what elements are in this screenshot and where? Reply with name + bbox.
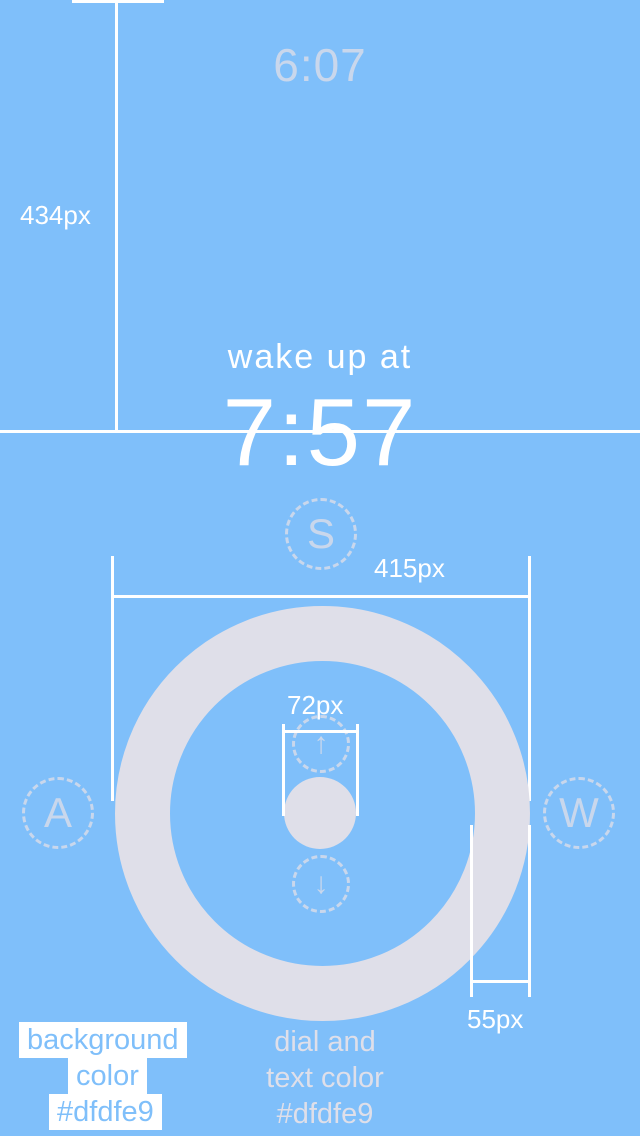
current-time: 6:07 xyxy=(273,39,367,91)
measure-72-right xyxy=(356,724,359,816)
background-note-line-2: color xyxy=(68,1058,147,1094)
mode-s-label: S xyxy=(306,510,335,557)
measure-72-left xyxy=(282,724,285,816)
measure-55-left xyxy=(470,825,473,997)
wake-up-label: wake up at xyxy=(227,338,413,376)
measure-415-bar xyxy=(111,595,531,598)
measure-415-left xyxy=(111,556,114,801)
mode-a-label: A xyxy=(43,789,72,836)
dial-knob[interactable] xyxy=(284,777,356,849)
mode-a-button[interactable]: A xyxy=(22,777,94,849)
measure-415-label: 415px xyxy=(374,553,445,583)
measure-72-label: 72px xyxy=(287,690,344,720)
mode-w-button[interactable]: W xyxy=(543,777,615,849)
measure-72-bar xyxy=(282,730,359,733)
measure-55-bar xyxy=(470,980,531,983)
increase-button[interactable]: ↑ xyxy=(292,715,350,773)
dial-color-note: dial and text color #dfdfe9 xyxy=(240,1024,410,1132)
mode-w-label: W xyxy=(559,789,599,836)
background-note-line-3: #dfdfe9 xyxy=(49,1094,162,1130)
arrow-down-icon: ↓ xyxy=(313,867,329,900)
measure-434-label: 434px xyxy=(20,200,91,230)
background-note-line-1: background xyxy=(19,1022,187,1058)
dial-note-line-1: dial and xyxy=(274,1026,376,1058)
dial-note-line-3: #dfdfe9 xyxy=(276,1098,374,1130)
measure-55-right xyxy=(528,825,531,997)
decrease-button[interactable]: ↓ xyxy=(292,855,350,913)
mode-s-button[interactable]: S xyxy=(285,498,357,570)
measure-55-label: 55px xyxy=(467,1004,524,1034)
measure-top-cap xyxy=(72,0,164,3)
measure-415-right xyxy=(528,556,531,801)
dial-note-line-2: text color xyxy=(266,1062,384,1094)
wake-up-time[interactable]: 7:57 xyxy=(0,378,640,488)
